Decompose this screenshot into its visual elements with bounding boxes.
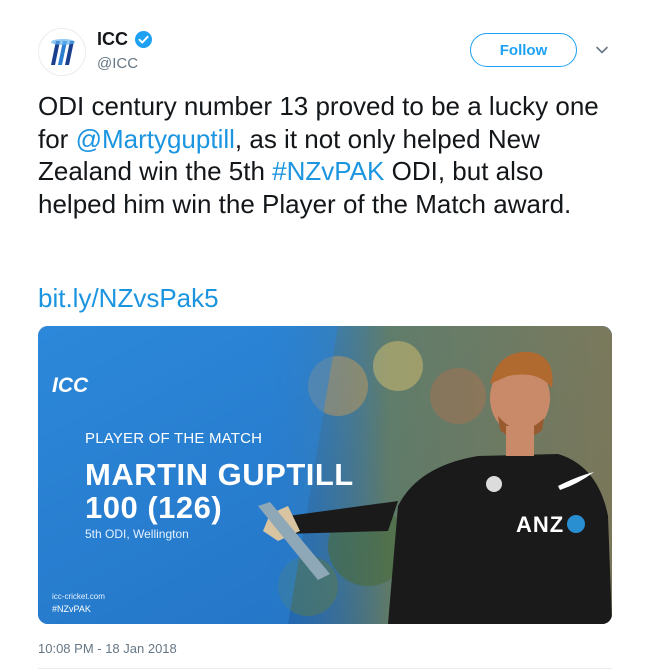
profile-avatar[interactable] <box>38 28 86 76</box>
chevron-down-icon[interactable] <box>594 42 610 58</box>
player-score: 100 (126) <box>85 490 223 525</box>
short-url-link[interactable]: bit.ly/NZvsPak5 <box>38 283 219 314</box>
media-image[interactable]: ICC PLAYER OF THE MATCH MARTIN GUPTILL 1… <box>38 326 612 624</box>
verified-badge-icon <box>135 31 152 48</box>
divider <box>38 668 612 669</box>
account-handle[interactable]: @ICC <box>97 55 138 72</box>
match-venue: 5th ODI, Wellington <box>85 527 189 541</box>
mention-link[interactable]: @Martyguptill <box>76 124 235 154</box>
award-label: PLAYER OF THE MATCH <box>85 430 263 447</box>
image-hashtag: #NZvPAK <box>52 604 91 614</box>
tweet-card: ICC @ICC Follow ODI century number 13 pr… <box>0 0 650 672</box>
follow-button[interactable]: Follow <box>470 33 577 67</box>
icc-logo-icon <box>39 29 85 75</box>
hashtag-link[interactable]: #NZvPAK <box>272 156 384 186</box>
site-url: icc-cricket.com <box>52 592 105 601</box>
tweet-timestamp[interactable]: 10:08 PM - 18 Jan 2018 <box>38 641 177 656</box>
tweet-text: ODI century number 13 proved to be a luc… <box>38 90 613 220</box>
account-name[interactable]: ICC <box>97 29 128 50</box>
icc-wordmark: ICC <box>52 374 89 397</box>
player-name: MARTIN GUPTILL <box>85 457 354 492</box>
sponsor-logo: ANZ <box>516 512 565 537</box>
